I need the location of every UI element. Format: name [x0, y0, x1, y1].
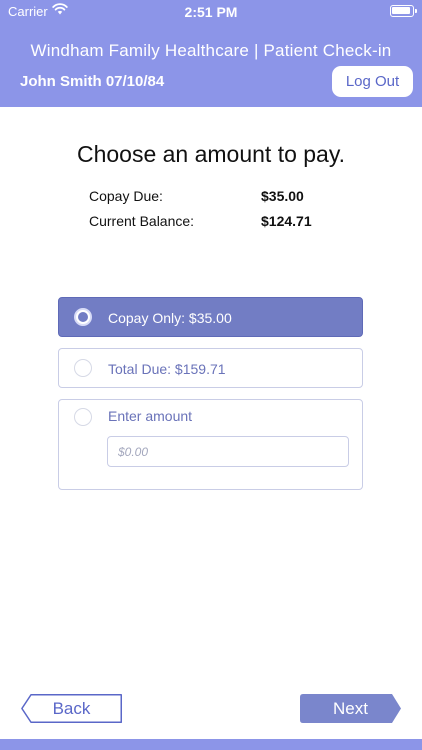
app-title: Windham Family Healthcare | Patient Chec… [30, 41, 392, 60]
option-copay-only[interactable]: Copay Only: $35.00 [58, 297, 363, 337]
radio-button-selected[interactable] [74, 308, 92, 326]
radio-button[interactable] [74, 408, 92, 426]
logout-button[interactable]: Log Out [332, 66, 413, 97]
header-bar: Carrier 2:51 PM Windham Family Healthcar… [0, 0, 422, 107]
bottom-bar [0, 739, 422, 750]
copay-due-label: Copay Due: [89, 188, 163, 204]
copay-due-value: $35.00 [261, 188, 304, 204]
battery-tip [415, 9, 417, 13]
current-balance-label: Current Balance: [89, 213, 195, 229]
back-button-label: Back [52, 699, 91, 718]
clock: 2:51 PM [184, 4, 238, 20]
battery-icon [390, 5, 417, 17]
option-enter-amount-label: Enter amount [108, 408, 193, 424]
option-copay-only-label: Copay Only: $35.00 [108, 310, 232, 326]
back-button[interactable]: Back [21, 694, 122, 723]
option-total-due-label: Total Due: $159.71 [108, 361, 226, 377]
amount-input[interactable] [107, 436, 349, 467]
next-button[interactable]: Next [300, 694, 401, 723]
radio-button[interactable] [74, 359, 92, 377]
patient-name: John Smith 07/10/84 [20, 73, 165, 90]
page-heading: Choose an amount to pay. [76, 141, 346, 167]
next-button-label: Next [333, 699, 368, 718]
status-bar: Carrier 2:51 PM [0, 0, 422, 24]
option-enter-amount[interactable]: Enter amount [58, 399, 363, 490]
battery-level [392, 7, 410, 14]
current-balance-value: $124.71 [261, 213, 312, 229]
option-total-due[interactable]: Total Due: $159.71 [58, 348, 363, 388]
